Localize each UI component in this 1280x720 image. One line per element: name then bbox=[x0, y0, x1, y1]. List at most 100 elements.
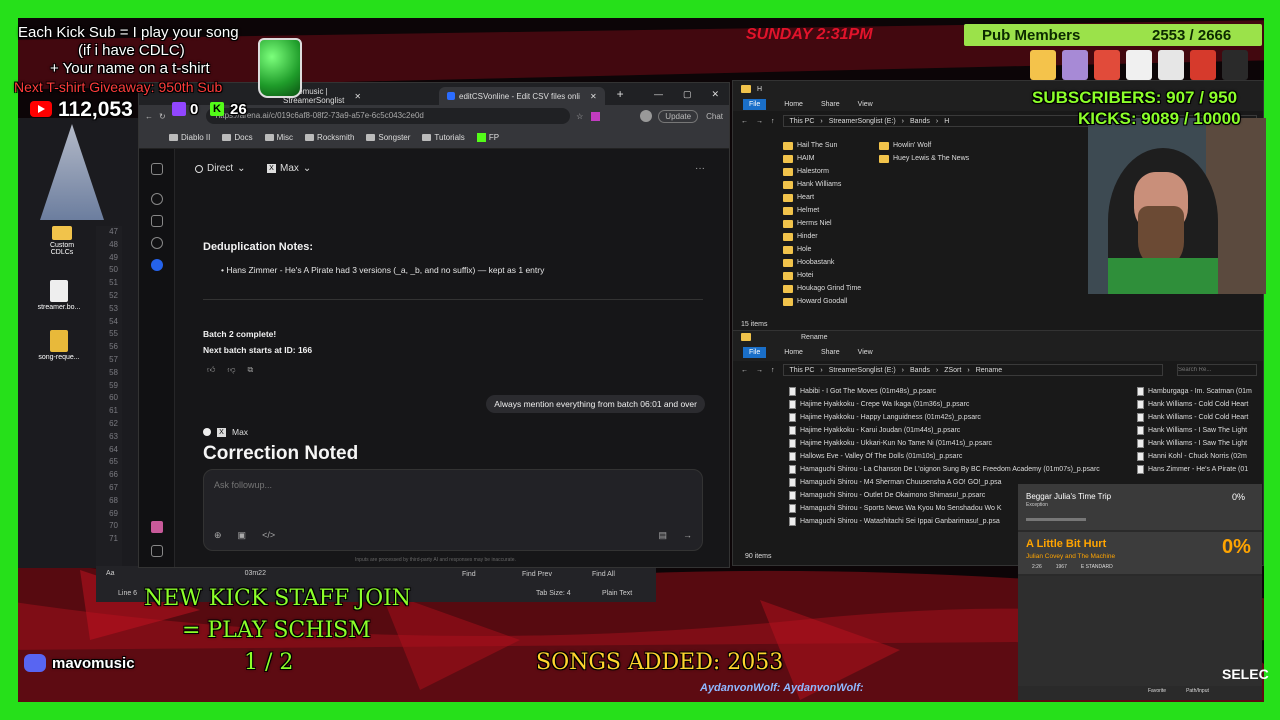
image-icon[interactable]: ▣ bbox=[238, 530, 247, 541]
crumb[interactable]: Bands bbox=[910, 118, 930, 125]
find-options[interactable]: Aa bbox=[106, 570, 115, 577]
folder-item[interactable]: Howard Goodall bbox=[783, 295, 861, 308]
forward-icon[interactable]: → bbox=[756, 367, 763, 374]
ribbon-file[interactable]: File bbox=[743, 98, 767, 110]
close-icon[interactable]: ✕ bbox=[354, 92, 361, 101]
back-icon[interactable]: ← bbox=[741, 367, 748, 374]
crumb[interactable]: Rename bbox=[976, 367, 1002, 374]
followup-input[interactable] bbox=[214, 480, 684, 490]
find-all-button[interactable]: Find All bbox=[592, 571, 615, 578]
desktop-icon-song-requests[interactable]: song-reque... bbox=[32, 330, 86, 361]
crumb[interactable]: This PC bbox=[790, 118, 815, 125]
forward-icon[interactable]: → bbox=[756, 118, 763, 125]
file-item[interactable]: Hank Williams - Cold Cold Heart bbox=[1137, 411, 1263, 424]
file-item[interactable]: Hanni Kohl - Chuck Norris (02m bbox=[1137, 450, 1263, 463]
history-icon[interactable] bbox=[151, 215, 163, 227]
attach-icon[interactable]: ▤ bbox=[658, 530, 667, 541]
copy-icon[interactable]: ⧉ bbox=[248, 365, 254, 375]
folder-item[interactable]: Hank Williams bbox=[783, 178, 861, 191]
file-item[interactable]: Hamburgaga - Im. Scatman (01m bbox=[1137, 385, 1263, 398]
folder-item[interactable]: Houkago Grind Time bbox=[783, 282, 861, 295]
folder-item[interactable]: Hole bbox=[783, 243, 861, 256]
bookmark-rocksmith[interactable]: Rocksmith bbox=[305, 133, 354, 142]
bookmark-songster[interactable]: Songster bbox=[366, 133, 410, 142]
up-icon[interactable]: ↑ bbox=[771, 367, 775, 374]
folder-item[interactable]: Helmet bbox=[783, 204, 861, 217]
folder-item[interactable]: Halestorm bbox=[783, 165, 861, 178]
search-icon[interactable] bbox=[151, 237, 163, 249]
new-tab-button[interactable]: + bbox=[617, 87, 624, 101]
info-icon[interactable] bbox=[151, 259, 163, 271]
more-options-icon[interactable]: ··· bbox=[695, 163, 705, 174]
globe-icon[interactable]: ⊕ bbox=[214, 530, 222, 541]
close-window-icon[interactable]: ✕ bbox=[711, 89, 719, 100]
crumb[interactable]: Bands bbox=[910, 367, 930, 374]
maximize-icon[interactable]: ▢ bbox=[683, 89, 692, 100]
file-item[interactable]: Hank Williams - I Saw The Light bbox=[1137, 424, 1263, 437]
folder-item[interactable]: Heart bbox=[783, 191, 861, 204]
minimize-icon[interactable]: — bbox=[654, 89, 663, 100]
file-item[interactable]: Hajime Hyakkoku - Crepe Wa Ikaga (01m36s… bbox=[789, 398, 1129, 411]
model-select[interactable]: X Max ⌄ bbox=[267, 163, 311, 174]
code-icon[interactable]: </> bbox=[262, 530, 275, 541]
file-item[interactable]: Hans Zimmer - He's A Pirate (01 bbox=[1137, 463, 1263, 476]
ribbon-share[interactable]: Share bbox=[821, 101, 840, 108]
ribbon-view[interactable]: View bbox=[858, 349, 873, 356]
find-button[interactable]: Find bbox=[462, 571, 476, 578]
bookmark-fp[interactable]: FP bbox=[476, 133, 499, 142]
search-input[interactable] bbox=[1177, 364, 1257, 376]
chat-button[interactable]: Chat bbox=[706, 112, 723, 121]
crumb[interactable]: StreamerSonglist (E:) bbox=[829, 118, 896, 125]
ribbon-home[interactable]: Home bbox=[784, 101, 803, 108]
folder-item[interactable]: Hail The Sun bbox=[783, 139, 861, 152]
url-input[interactable]: https://arena.ai/c/019c6af8-08f2-73a9-a5… bbox=[205, 108, 571, 124]
crumb[interactable]: StreamerSonglist (E:) bbox=[829, 367, 896, 374]
file-item[interactable]: Hamaguchi Shirou - La Chanson De L'oigno… bbox=[789, 463, 1129, 476]
folder-item[interactable]: Hotei bbox=[783, 269, 861, 282]
folder-item[interactable]: Hoobastank bbox=[783, 256, 861, 269]
thumbs-up-icon[interactable]: 👍︎ bbox=[207, 365, 215, 375]
folder-item[interactable]: Huey Lewis & The News bbox=[879, 152, 969, 165]
sidebar-toggle-icon[interactable] bbox=[151, 163, 163, 175]
desktop-icon-custom-cdlcs[interactable]: Custom CDLCs bbox=[42, 226, 82, 256]
mode-select[interactable]: Direct ⌄ bbox=[195, 163, 246, 174]
logo-icon[interactable] bbox=[151, 521, 163, 533]
bookmark-docs[interactable]: Docs bbox=[222, 133, 253, 142]
file-item[interactable]: Habibi - I Got The Moves (01m48s)_p.psar… bbox=[789, 385, 1129, 398]
thumbs-down-icon[interactable]: 👎︎ bbox=[227, 365, 235, 375]
file-item[interactable]: Hajime Hyakkoku - Ukkari-Kun No Tame Ni … bbox=[789, 437, 1129, 450]
ribbon-home[interactable]: Home bbox=[784, 349, 803, 356]
doc-icon[interactable] bbox=[151, 545, 163, 557]
find-prev-button[interactable]: Find Prev bbox=[522, 571, 552, 578]
folder-item[interactable]: Hinder bbox=[783, 230, 861, 243]
file-item[interactable]: Hank Williams - Cold Cold Heart bbox=[1137, 398, 1263, 411]
crumb[interactable]: This PC bbox=[790, 367, 815, 374]
folder-item[interactable]: Herms Niel bbox=[783, 217, 861, 230]
ribbon-file[interactable]: File bbox=[743, 346, 767, 358]
file-item[interactable]: Hank Williams - I Saw The Light bbox=[1137, 437, 1263, 450]
bookmark-tutorials[interactable]: Tutorials bbox=[422, 133, 465, 142]
crumb[interactable]: H bbox=[944, 118, 949, 125]
ribbon-view[interactable]: View bbox=[858, 101, 873, 108]
close-icon[interactable]: ✕ bbox=[590, 92, 597, 101]
folder-item[interactable]: HAIM bbox=[783, 152, 861, 165]
send-arrow-icon[interactable]: → bbox=[683, 530, 692, 541]
extension-icon[interactable] bbox=[591, 111, 601, 121]
tab-editcsv[interactable]: editCSVonline - Edit CSV files onli ✕ bbox=[439, 87, 605, 105]
back-icon[interactable]: ← bbox=[741, 118, 748, 125]
profile-avatar[interactable] bbox=[640, 110, 653, 122]
folder-item[interactable]: Howlin' Wolf bbox=[879, 139, 969, 152]
reload-icon[interactable]: ↻ bbox=[159, 112, 166, 121]
crumb[interactable]: ZSort bbox=[944, 367, 961, 374]
desktop-icon-streamer-bot[interactable]: streamer.bo... bbox=[32, 280, 86, 311]
breadcrumb[interactable]: This PC › StreamerSonglist (E:) › Bands › Z… bbox=[782, 364, 1163, 376]
bookmark-misc[interactable]: Misc bbox=[264, 133, 293, 142]
bookmark-star-icon[interactable]: ☆ bbox=[576, 112, 583, 121]
bookmark-diablo[interactable]: Diablo II bbox=[169, 133, 210, 142]
file-item[interactable]: Hajime Hyakkoku - Karui Joudan (01m44s)_… bbox=[789, 424, 1129, 437]
ribbon-share[interactable]: Share bbox=[821, 349, 840, 356]
back-icon[interactable]: ← bbox=[145, 112, 153, 121]
file-item[interactable]: Hajime Hyakkoku - Happy Languidness (01m… bbox=[789, 411, 1129, 424]
new-chat-icon[interactable] bbox=[151, 193, 163, 205]
up-icon[interactable]: ↑ bbox=[771, 118, 775, 125]
